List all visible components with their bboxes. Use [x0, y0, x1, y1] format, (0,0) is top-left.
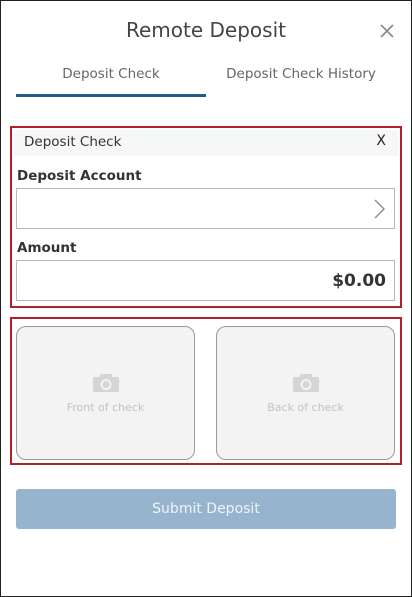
form-close-button[interactable]: X: [376, 133, 386, 149]
submit-deposit-button[interactable]: Submit Deposit: [16, 489, 396, 529]
camera-icon: [93, 374, 119, 392]
amount-field[interactable]: $0.00: [16, 260, 395, 301]
amount-value: $0.00: [332, 271, 386, 291]
back-of-check-button[interactable]: Back of check: [216, 326, 395, 460]
tab-deposit-check-history[interactable]: Deposit Check History: [206, 66, 396, 96]
chevron-right-icon: [374, 199, 385, 219]
camera-icon: [293, 374, 319, 392]
active-tab-indicator: [16, 94, 206, 97]
close-icon[interactable]: [378, 22, 396, 40]
tab-deposit-check[interactable]: Deposit Check: [16, 66, 206, 96]
form-header: Deposit Check X: [14, 130, 398, 156]
deposit-account-select[interactable]: [16, 188, 395, 229]
back-of-check-label: Back of check: [267, 401, 344, 414]
front-of-check-label: Front of check: [66, 401, 145, 414]
form-title: Deposit Check: [24, 134, 122, 150]
amount-label: Amount: [17, 240, 77, 256]
dialog-title: Remote Deposit: [126, 18, 286, 42]
deposit-account-label: Deposit Account: [17, 168, 142, 184]
front-of-check-button[interactable]: Front of check: [16, 326, 195, 460]
